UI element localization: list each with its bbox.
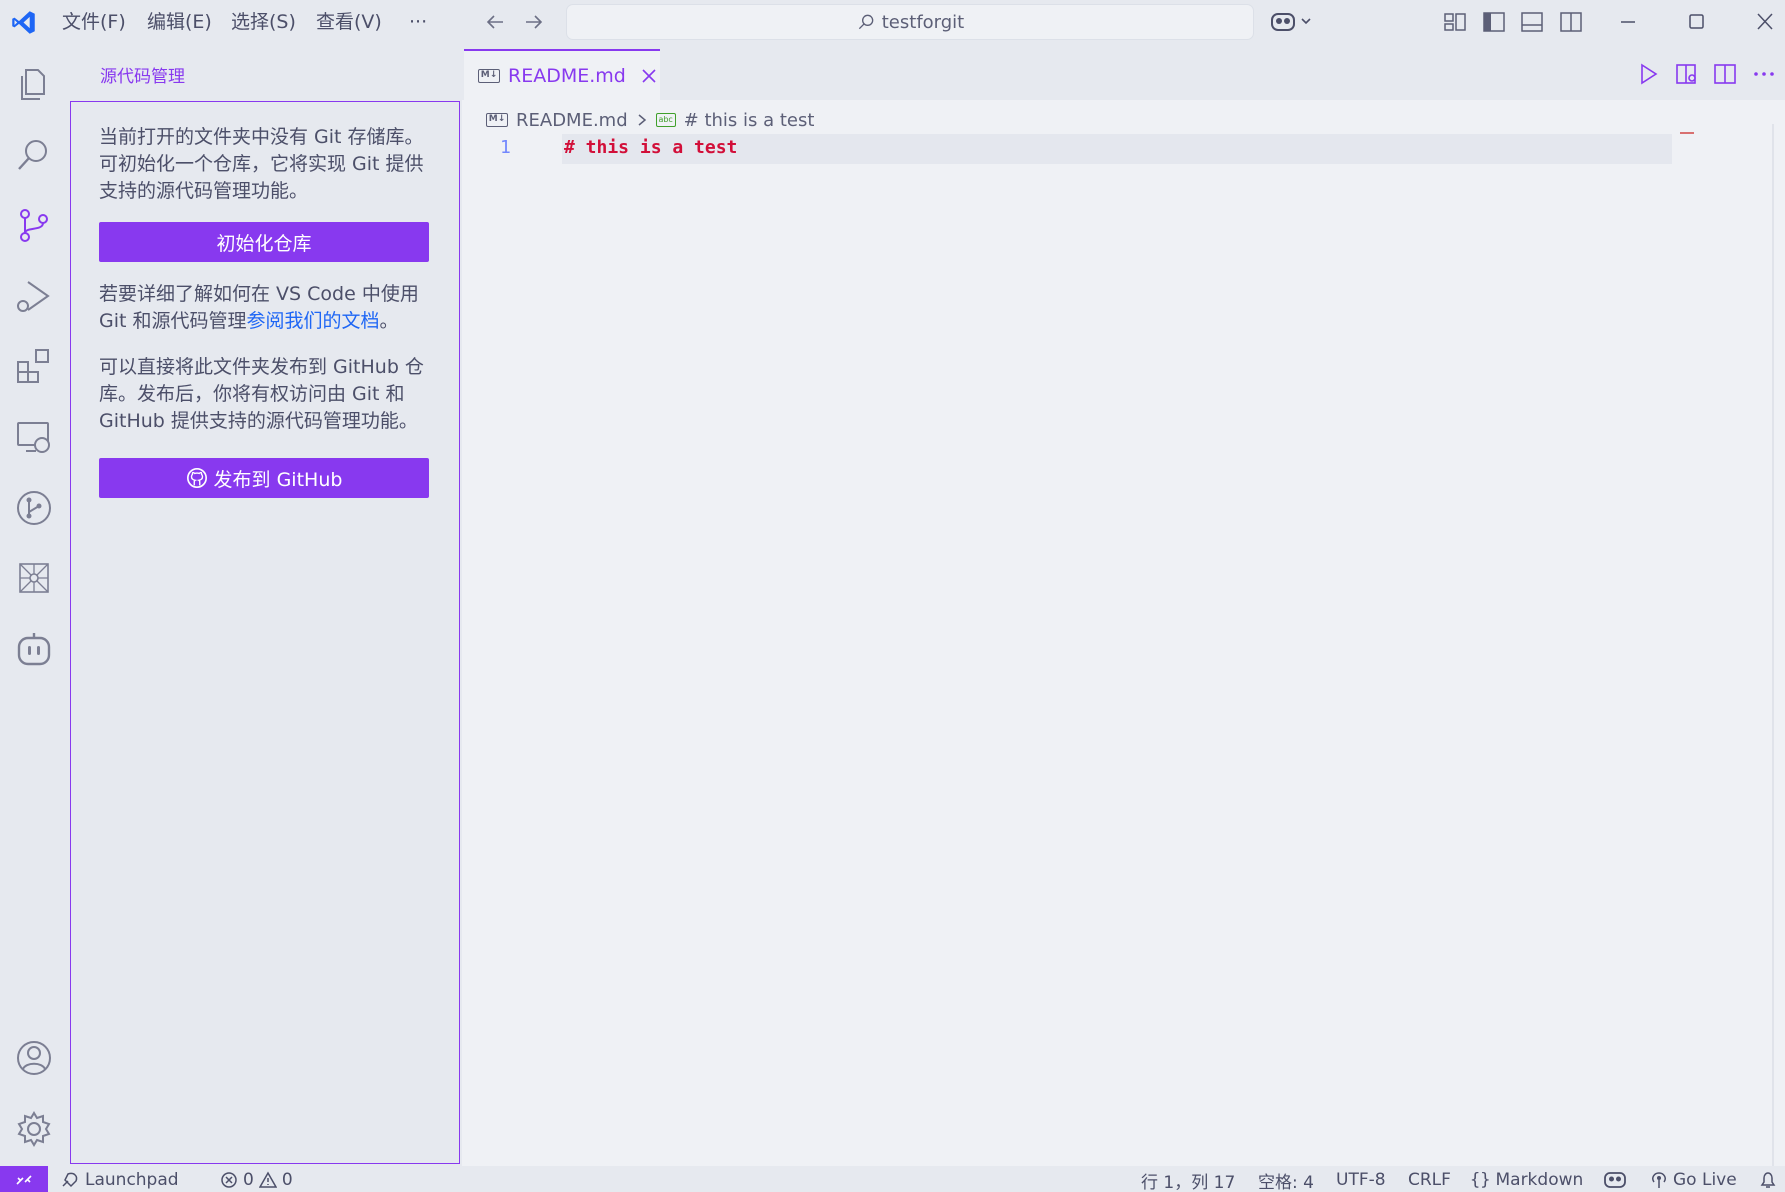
remote-indicator[interactable] [0,1166,48,1192]
menu-more[interactable]: ··· [405,8,431,36]
end-of-line[interactable]: CRLF [1408,1168,1451,1192]
publish-message: 可以直接将此文件夹发布到 GitHub 仓库。发布后，你将有权访问由 Git 和… [99,356,424,432]
code-line[interactable]: # this is a test [564,137,737,158]
language-mode[interactable]: {} Markdown [1470,1168,1583,1192]
problems-item[interactable]: 0 0 [220,1168,293,1192]
remote-explorer-icon[interactable] [14,417,54,457]
open-preview-icon[interactable] [1675,62,1699,86]
gear-icon[interactable] [14,1109,54,1149]
braces-icon: {} [1470,1170,1491,1190]
minimize-icon[interactable] [1616,11,1640,33]
menu-view[interactable]: 查看(V) [312,8,386,36]
encoding[interactable]: UTF-8 [1336,1168,1386,1192]
copilot-status-icon[interactable] [1603,1170,1627,1190]
extensions-icon[interactable] [14,346,54,386]
minimap-line [1680,132,1694,134]
bell-icon[interactable] [1758,1170,1778,1190]
split-editor-icon[interactable] [1713,62,1737,86]
toggle-secondary-sidebar-icon[interactable] [1559,11,1583,33]
toggle-primary-sidebar-icon[interactable] [1482,11,1506,33]
command-center-label: testforgit [881,11,965,33]
source-control-icon[interactable] [14,205,54,245]
customize-layout-icon[interactable] [1443,11,1467,33]
learn-more-suffix: 。 [379,310,399,332]
docs-link[interactable]: 参阅我们的文档 [247,310,380,332]
go-live-item[interactable]: Go Live [1650,1168,1737,1192]
toggle-panel-icon[interactable] [1520,11,1544,33]
warning-count: 0 [281,1170,293,1190]
menu-selection[interactable]: 选择(S) [227,8,300,36]
tab-bar: M↓ README.md [462,44,1785,100]
search-icon[interactable] [14,135,54,175]
cursor-position[interactable]: 行 1，列 17 [1141,1168,1235,1192]
menu-edit[interactable]: 编辑(E) [143,8,216,36]
tab-readme[interactable]: M↓ README.md [464,49,660,100]
error-icon [221,1172,237,1188]
vscode-logo-icon [12,11,35,34]
account-icon[interactable] [14,1038,54,1078]
launchpad-item[interactable]: Launchpad [60,1168,179,1192]
remote-icon [16,1175,32,1185]
init-repository-label: 初始化仓库 [216,232,312,255]
close-window-icon[interactable] [1753,11,1777,33]
search-icon [858,14,874,30]
init-repository-button[interactable]: 初始化仓库 [99,222,429,262]
markdown-file-icon: M↓ [486,113,508,127]
warning-icon [258,1171,277,1188]
command-center-search[interactable]: testforgit [566,4,1254,40]
launchpad-label: Launchpad [85,1170,179,1190]
copilot-chat-icon[interactable] [14,629,54,669]
maximize-icon[interactable] [1684,11,1708,33]
tab-label: README.md [508,64,626,87]
sidebar-title: 源代码管理 [100,67,185,87]
activity-bar [0,44,68,1166]
go-live-label: Go Live [1673,1170,1737,1190]
github-icon [186,468,207,488]
copilot-icon[interactable] [1270,10,1318,34]
status-bar: Launchpad 0 0 行 1，列 17 空格: 4 UTF-8 CRLF … [0,1166,1785,1192]
more-actions-icon[interactable] [1752,62,1776,86]
string-symbol-icon: abc [655,113,676,127]
editor-area: M↓ README.md M↓ README.md abc # this is … [462,44,1785,1166]
breadcrumb: M↓ README.md abc # this is a test [486,106,814,134]
arrow-left-icon[interactable] [483,10,507,34]
close-tab-icon[interactable] [640,67,658,85]
learn-more-message: 若要详细了解如何在 VS Code 中使用 Git 和源代码管理参阅我们的文档。 [99,281,434,335]
broadcast-icon [1652,1172,1666,1188]
menu-file[interactable]: 文件(F) [58,8,130,36]
sidebar: 源代码管理 当前打开的文件夹中没有 Git 存储库。可初始化一个仓库，它将实现 … [68,44,462,1166]
publish-github-button[interactable]: 发布到 GitHub [99,458,429,498]
chevron-right-icon [638,114,646,126]
run-debug-icon[interactable] [14,276,54,316]
arrow-right-icon[interactable] [522,10,546,34]
breadcrumb-file[interactable]: README.md [516,110,628,131]
overview-ruler [1772,124,1774,1166]
source-control-panel: 当前打开的文件夹中没有 Git 存储库。可初始化一个仓库，它将实现 Git 提供… [70,101,460,1164]
network-graph-icon[interactable] [14,558,54,598]
markdown-file-icon: M↓ [478,68,500,83]
indentation[interactable]: 空格: 4 [1258,1168,1314,1192]
error-count: 0 [243,1170,254,1190]
publish-github-label: 发布到 GitHub [213,468,343,491]
no-repo-message: 当前打开的文件夹中没有 Git 存储库。可初始化一个仓库，它将实现 Git 提供… [99,126,424,202]
line-number: 1 [500,137,511,158]
rocket-icon [62,1172,78,1188]
run-icon[interactable] [1636,62,1660,86]
explorer-icon[interactable] [14,64,54,104]
breadcrumb-symbol[interactable]: # this is a test [684,110,815,131]
title-bar: 文件(F) 编辑(E) 选择(S) 查看(V) ··· testforgit [0,0,1785,44]
language-label: Markdown [1495,1170,1584,1190]
gitlens-icon[interactable] [14,488,54,528]
